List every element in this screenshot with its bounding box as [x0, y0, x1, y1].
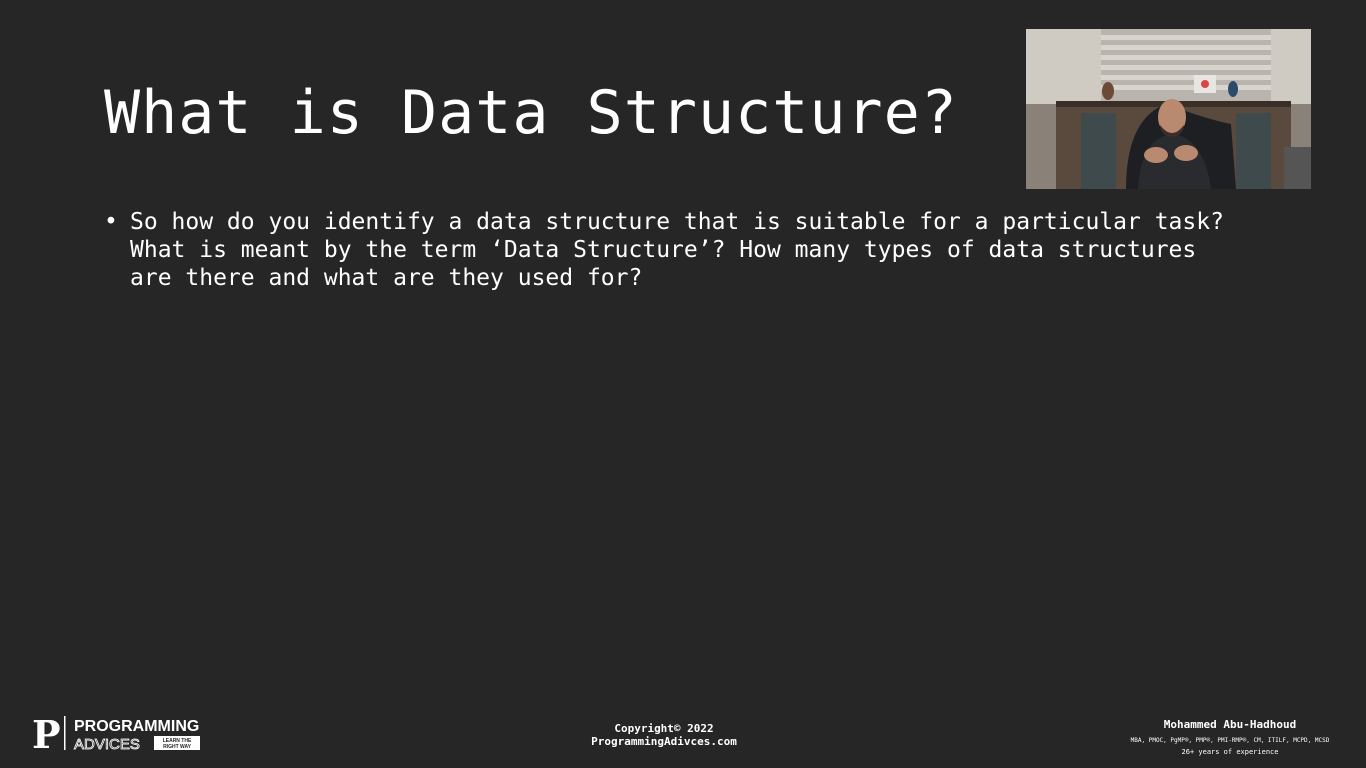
copyright-line-2: ProgrammingAdivces.com [591, 735, 737, 748]
logo-line-1: PROGRAMMING [74, 718, 199, 735]
bullet-text: So how do you identify a data structure … [130, 209, 1224, 291]
copyright: Copyright© 2022 ProgrammingAdivces.com [564, 722, 764, 748]
author-name: Mohammed Abu-Hadhoud [1163, 718, 1297, 731]
logo-tagline-2: RIGHT WAY [163, 744, 192, 750]
slide-title: What is Data Structure? [104, 78, 958, 148]
copyright-line-1: Copyright© 2022 [614, 722, 714, 735]
presenter-video-image [1026, 29, 1311, 189]
bullet-marker: • [104, 209, 118, 235]
slide: What is Data Structure? • So how do you … [0, 0, 1366, 768]
logo-letter: P [32, 712, 61, 754]
logo-line-2: ADVICES [74, 736, 140, 753]
author-info: Mohammed Abu-Hadhoud MBA, PMOC, PgMP®, P… [1110, 718, 1350, 757]
bullet-list: • So how do you identify a data structur… [104, 208, 1244, 292]
bullet-item: • So how do you identify a data structur… [104, 208, 1244, 292]
author-experience: 26+ years of experience [1181, 748, 1279, 756]
author-credentials: MBA, PMOC, PgMP®, PMP®, PMI-RMP®, CM, IT… [1130, 737, 1330, 744]
presenter-video [1026, 29, 1311, 189]
programming-advices-logo: P PROGRAMMING ADVICES LEARN THE RIGHT WA… [32, 712, 200, 754]
